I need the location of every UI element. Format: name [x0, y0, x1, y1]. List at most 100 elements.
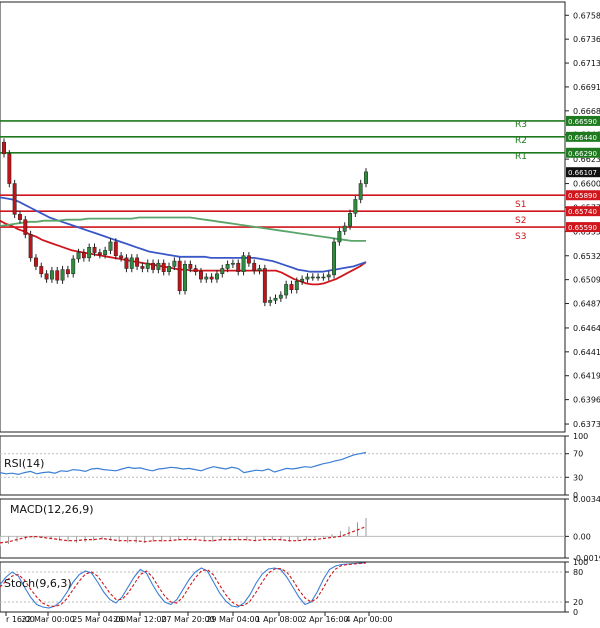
candle-body [81, 252, 86, 259]
price-tick-label: 0.63965 [573, 396, 600, 405]
level-name-s1: S1 [515, 200, 526, 210]
indicator-tick-label: 0.00 [573, 532, 591, 541]
candle-body [262, 268, 267, 303]
candle-body [55, 270, 60, 281]
candle-body [161, 262, 166, 272]
candle-body [310, 276, 315, 279]
price-tick-label: 0.64190 [573, 372, 600, 381]
candle-body [204, 276, 209, 280]
candle-body [23, 219, 28, 235]
candle-body [257, 268, 262, 271]
candle-body [209, 276, 214, 280]
candle-body [151, 262, 156, 270]
candle-body [108, 241, 113, 251]
candle-body [33, 257, 38, 267]
price-tick-label: 0.64415 [573, 348, 600, 357]
price-tick-label: 0.64640 [573, 324, 600, 333]
candle-body [156, 262, 161, 270]
level-price-label: 0.65740 [568, 208, 597, 216]
candle-body [230, 262, 235, 265]
price-tick-label: 0.66000 [573, 180, 600, 189]
candle-body [92, 247, 97, 253]
indicator-tick-label: 100 [573, 432, 588, 441]
candle-body [358, 183, 363, 200]
candle-body [7, 153, 12, 184]
level-price-label: 0.66440 [568, 134, 597, 142]
candle-body [316, 276, 321, 279]
candle-body [268, 300, 273, 303]
level-name-r1: R1 [515, 152, 527, 162]
candle-body [183, 263, 187, 292]
candle-body [18, 214, 22, 220]
candle-body [60, 269, 65, 281]
indicator-tick-label: 0.003453 [573, 495, 600, 504]
candle-body [289, 284, 294, 290]
level-name-s2: S2 [515, 216, 526, 226]
indicator-tick-label: 0 [573, 608, 578, 617]
panel-frames [0, 1, 566, 613]
candle-body [337, 231, 342, 243]
panel-frame [0, 1, 566, 433]
candle-body [241, 255, 246, 272]
indicator-tick-label: 100 [573, 558, 588, 567]
candle-body [172, 260, 177, 267]
candle-body [300, 278, 305, 282]
time-tick-label: 4 Apr 00:00 [345, 615, 392, 624]
candle-body [119, 255, 124, 259]
candle-body [145, 262, 150, 269]
candle-body [49, 270, 54, 280]
candle-body [214, 273, 219, 280]
indicator-tick-label: 20 [573, 598, 583, 607]
level-price-label: 0.65890 [568, 192, 597, 200]
candle-body [167, 266, 171, 272]
macd-label: MACD(12,26,9) [10, 503, 94, 516]
candle-body [220, 268, 225, 275]
time-tick-label: 1 Apr 08:00 [255, 615, 302, 624]
price-tick-label: 0.67135 [573, 59, 600, 68]
level-price-label: 0.66590 [568, 118, 597, 126]
time-axis: r 16:0022 Mar 00:0025 Mar 04:0026 Mar 12… [5, 612, 393, 624]
price-tick-label: 0.65095 [573, 276, 600, 285]
candle-body [135, 257, 140, 267]
candle-body [225, 263, 230, 269]
candle-body [177, 260, 182, 292]
panel-frame [0, 435, 566, 496]
candle-body [353, 199, 358, 214]
level-name-s3: S3 [515, 232, 526, 242]
candle-body [252, 262, 257, 271]
candle-body [2, 141, 6, 155]
price-tick-label: 0.67585 [573, 11, 600, 20]
candle-body [76, 252, 81, 260]
last-price-label: 0.66107 [568, 169, 597, 177]
candle-body [103, 250, 108, 255]
price-tick-label: 0.67360 [573, 35, 600, 44]
candle-body [199, 271, 203, 280]
candle-body [284, 284, 289, 296]
candle-body [28, 234, 33, 259]
price-tick-label: 0.64870 [573, 300, 600, 309]
candle-body [348, 213, 352, 227]
level-name-r2: R2 [515, 136, 527, 146]
candle-body [129, 257, 134, 269]
panel-frame [0, 561, 566, 613]
candle-body [273, 297, 278, 301]
candle-body [342, 225, 347, 232]
forex-chart: R3 R2 R1 S1 S2 S3 0.67585 0.67360 0.67135 0.6691… [0, 1, 600, 624]
candle-body [294, 280, 299, 290]
candle-body [193, 268, 198, 272]
candle-body [97, 252, 102, 255]
indicator-tick-label: 70 [573, 450, 583, 459]
candle-body [188, 263, 193, 269]
stoch-label: Stoch(9,6,3) [4, 577, 72, 590]
candle-body [39, 266, 44, 275]
candle-body [321, 276, 326, 279]
candle-body [332, 241, 337, 276]
candle-body [236, 262, 241, 272]
candle-body [364, 171, 368, 184]
time-tick-label: 29 Mar 04:00 [206, 615, 259, 624]
price-tick-label: 0.65320 [573, 252, 600, 261]
candle-body [44, 273, 49, 280]
candle-body [87, 247, 92, 259]
indicator-tick-label: 30 [573, 473, 583, 482]
candle-body [124, 257, 129, 269]
